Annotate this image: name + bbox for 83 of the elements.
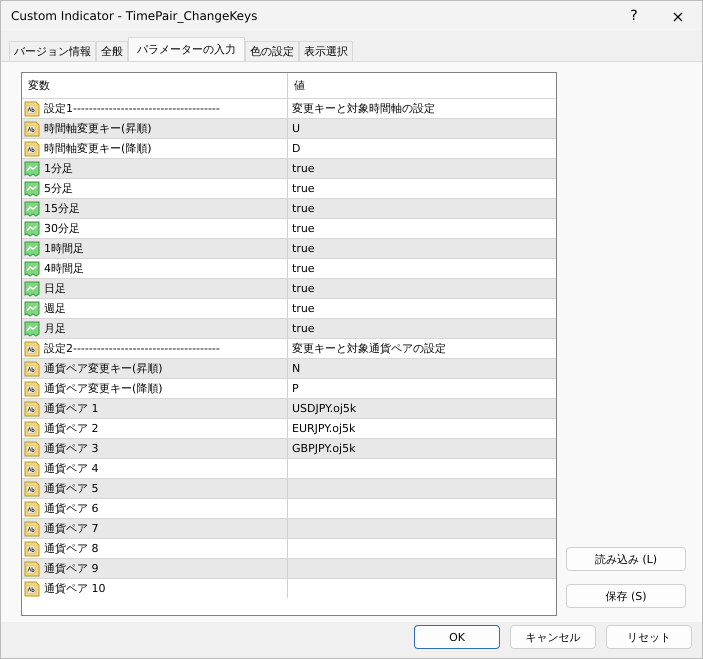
text-type-icon <box>24 400 40 416</box>
side-button[interactable]: 読み込み (L) <box>566 547 686 571</box>
parameter-name: 4時間足 <box>44 261 84 276</box>
parameter-name: 通貨ペア 6 <box>44 501 98 516</box>
parameter-value[interactable]: EURJPY.oj5k <box>292 422 356 435</box>
parameter-value[interactable]: 変更キーと対象通貨ペアの設定 <box>292 341 446 356</box>
column-header: 値 <box>293 78 306 94</box>
text-type-icon <box>24 560 40 576</box>
parameter-name: 1時間足 <box>44 241 84 256</box>
text-type-icon <box>24 460 40 476</box>
dialog-button[interactable]: リセット <box>606 625 692 649</box>
tab[interactable]: バージョン情報 <box>9 41 96 61</box>
parameter-name: 設定2------------------------------------- <box>44 341 220 356</box>
parameter-name: 週足 <box>44 301 66 316</box>
parameter-name: 通貨ペア変更キー(降順) <box>44 381 163 396</box>
text-type-icon <box>24 540 40 556</box>
dialog-button[interactable]: OK <box>414 625 500 649</box>
help-button[interactable]: ? <box>614 1 654 31</box>
text-type-icon <box>24 340 40 356</box>
parameter-name: 通貨ペア 4 <box>44 461 98 476</box>
parameter-value[interactable]: true <box>292 162 315 175</box>
text-type-icon <box>24 100 40 116</box>
chart-type-icon <box>24 320 40 336</box>
chart-type-icon <box>24 200 40 216</box>
text-type-icon <box>24 360 40 376</box>
parameter-value[interactable]: D <box>292 142 300 155</box>
parameter-value[interactable]: GBPJPY.oj5k <box>292 442 356 455</box>
parameter-value[interactable]: N <box>292 362 300 375</box>
chart-type-icon <box>24 180 40 196</box>
parameter-value[interactable]: true <box>292 262 315 275</box>
text-type-icon <box>24 140 40 156</box>
text-type-icon <box>24 440 40 456</box>
parameter-name: 時間軸変更キー(降順) <box>44 141 152 156</box>
dialog-button[interactable]: キャンセル <box>510 625 596 649</box>
parameter-name: 1分足 <box>44 161 73 176</box>
text-type-icon <box>24 120 40 136</box>
chart-type-icon <box>24 160 40 176</box>
parameter-value[interactable]: true <box>292 202 315 215</box>
text-type-icon <box>24 480 40 496</box>
parameter-name: 通貨ペア 2 <box>44 421 98 436</box>
parameter-value[interactable]: 変更キーと対象時間軸の設定 <box>292 101 435 116</box>
chart-type-icon <box>24 220 40 236</box>
parameter-value[interactable]: true <box>292 222 315 235</box>
parameter-name: 通貨ペア 8 <box>44 541 98 556</box>
side-button[interactable]: 保存 (S) <box>566 584 686 608</box>
parameter-value[interactable]: true <box>292 302 315 315</box>
parameter-name: 30分足 <box>44 221 80 236</box>
parameter-name: 設定1------------------------------------- <box>44 101 220 116</box>
chart-type-icon <box>24 260 40 276</box>
column-header: 変数 <box>22 73 288 98</box>
parameter-value[interactable]: USDJPY.oj5k <box>292 402 356 415</box>
parameter-value[interactable]: P <box>292 382 299 395</box>
parameter-value[interactable]: true <box>292 282 315 295</box>
text-type-icon <box>24 520 40 536</box>
chart-type-icon <box>24 280 40 296</box>
text-type-icon <box>24 380 40 396</box>
parameter-name: 通貨ペア変更キー(昇順) <box>44 361 163 376</box>
parameter-name: 時間軸変更キー(昇順) <box>44 121 152 136</box>
close-button[interactable]: × <box>658 1 698 31</box>
parameter-name: 日足 <box>44 281 66 296</box>
parameter-name: 月足 <box>44 321 66 336</box>
text-type-icon <box>24 500 40 516</box>
parameter-value[interactable]: true <box>292 242 315 255</box>
window-title: Custom Indicator - TimePair_ChangeKeys <box>11 9 258 23</box>
parameter-name: 15分足 <box>44 201 80 216</box>
parameter-value[interactable]: true <box>292 182 315 195</box>
parameter-name: 通貨ペア 5 <box>44 481 98 496</box>
parameter-name: 通貨ペア 1 <box>44 401 98 416</box>
tab[interactable]: パラメーターの入力 <box>128 37 245 61</box>
chart-type-icon <box>24 240 40 256</box>
chart-type-icon <box>24 300 40 316</box>
text-type-icon <box>24 420 40 436</box>
parameter-name: 通貨ペア 10 <box>44 581 106 596</box>
parameter-value[interactable]: U <box>292 122 300 135</box>
text-type-icon <box>24 580 40 596</box>
parameter-name: 通貨ペア 9 <box>44 561 98 576</box>
parameter-value[interactable]: true <box>292 322 315 335</box>
tab[interactable]: 表示選択 <box>299 41 353 61</box>
tab[interactable]: 全般 <box>96 41 128 61</box>
parameter-name: 通貨ペア 3 <box>44 441 98 456</box>
tab[interactable]: 色の設定 <box>245 41 299 61</box>
parameter-name: 通貨ペア 7 <box>44 521 98 536</box>
parameter-name: 5分足 <box>44 181 73 196</box>
